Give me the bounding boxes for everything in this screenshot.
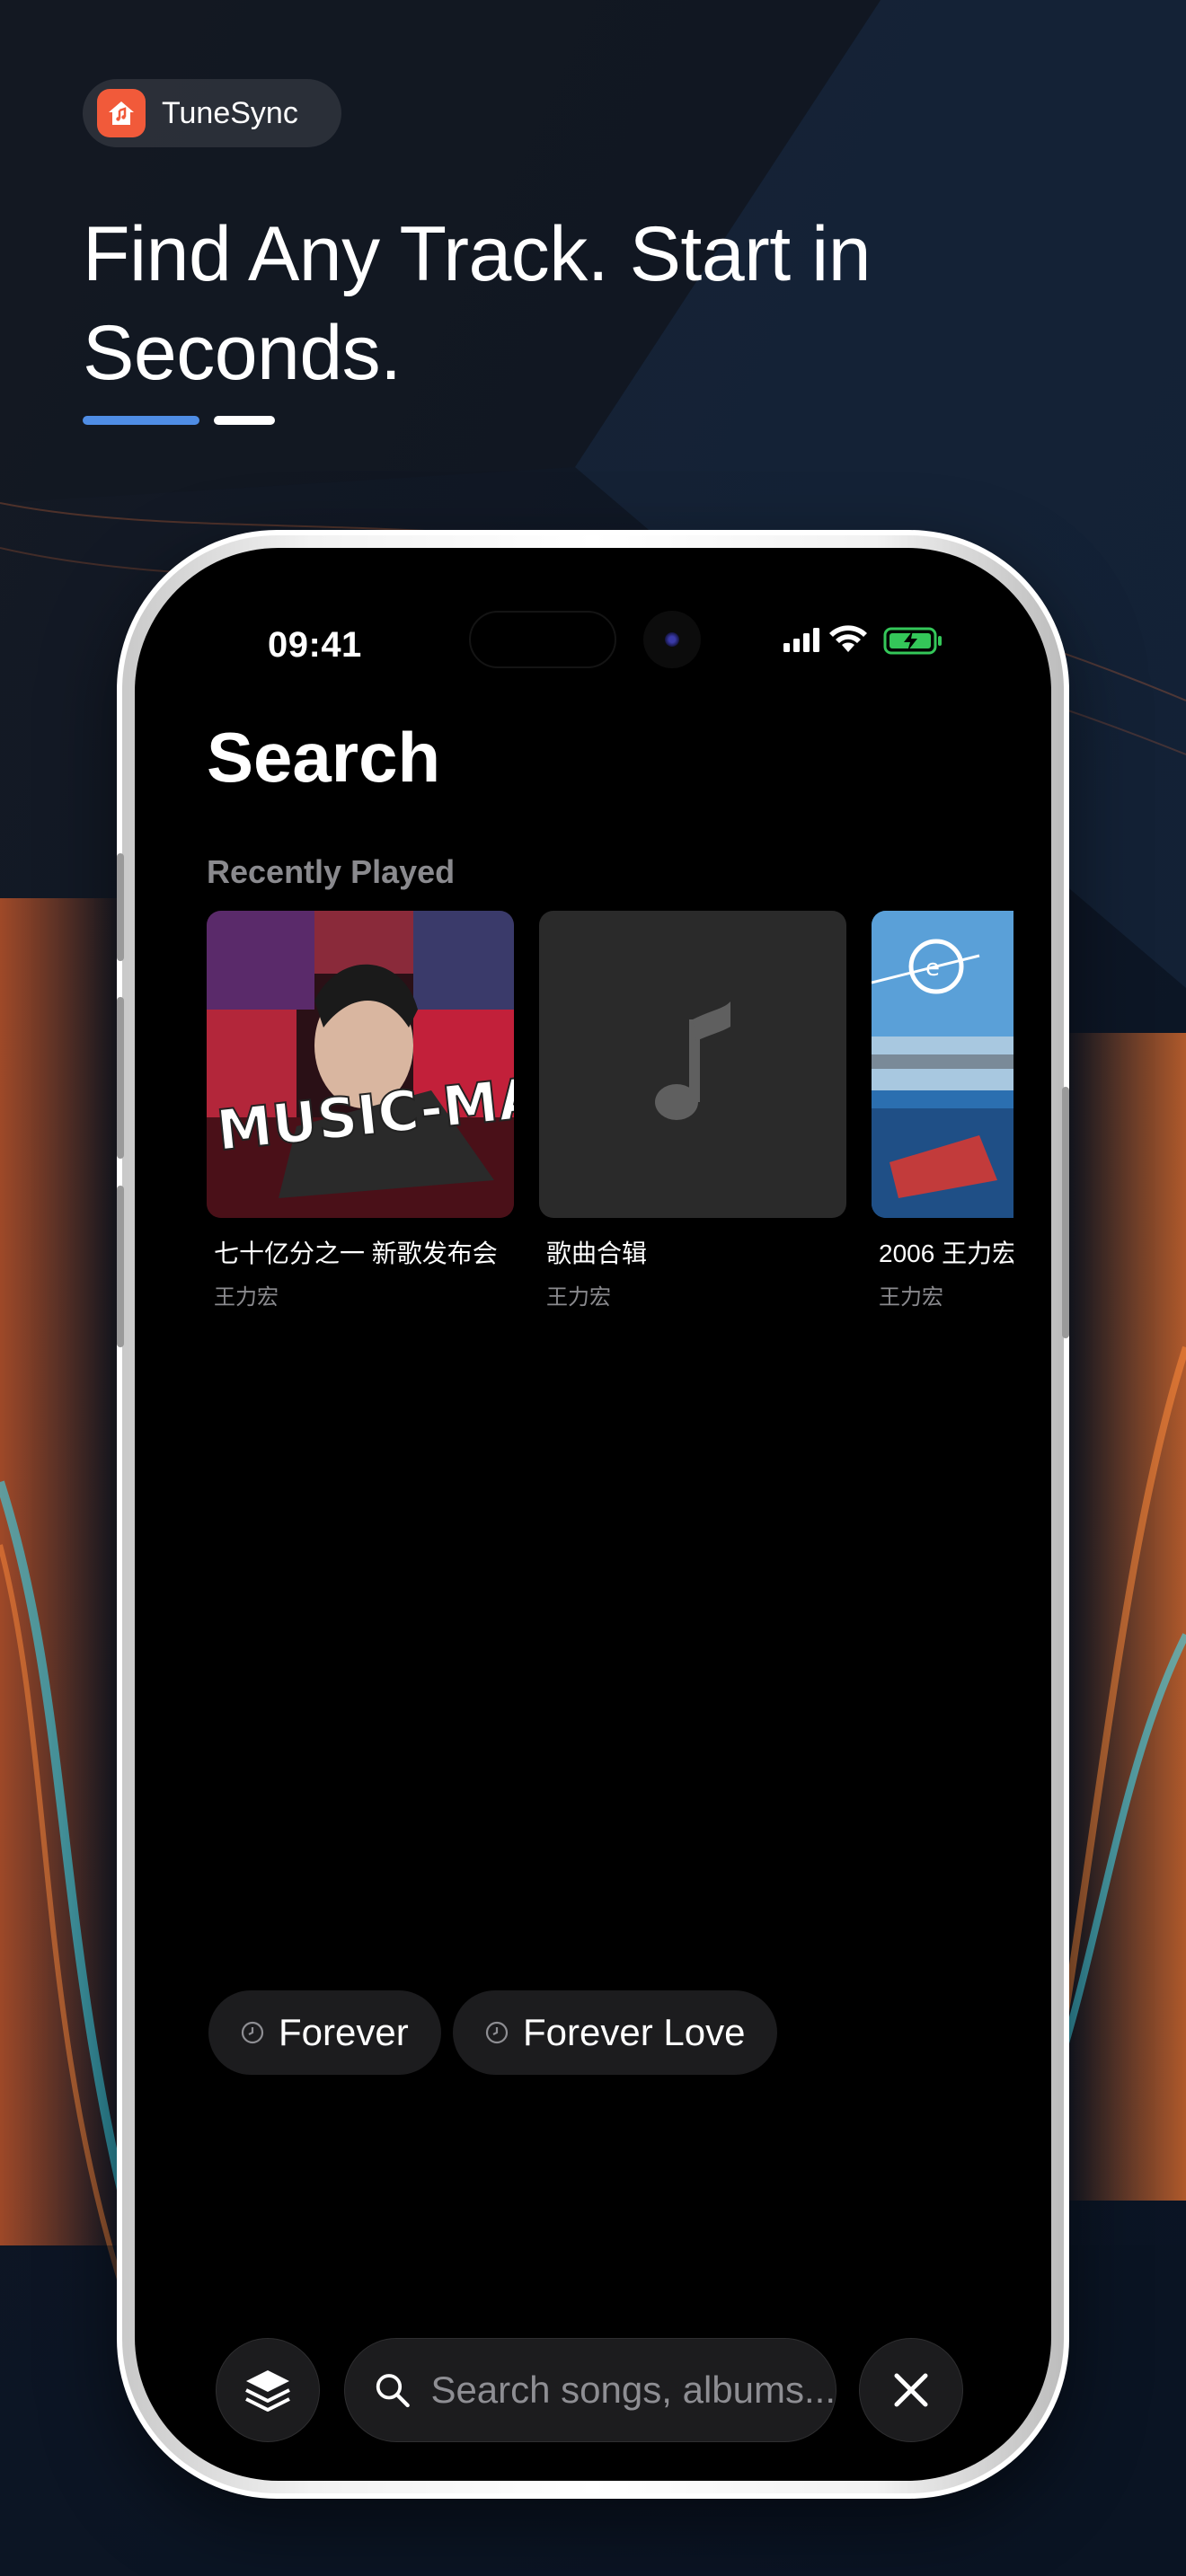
album-card[interactable]: 歌曲合辑 王力宏 [539, 911, 846, 1310]
dynamic-island [469, 611, 616, 668]
clock-icon [241, 2021, 264, 2044]
phone-frame: 09:41 Search Recently Played MUSIC-MAN 七… [117, 530, 1069, 2499]
music-note-placeholder [539, 911, 846, 1218]
cellular-signal-icon [783, 628, 819, 652]
phone-side-button [117, 853, 124, 961]
chip-label: Forever Love [523, 2011, 746, 2053]
album-title: 七十亿分之一 新歌发布会 [214, 1239, 498, 1267]
status-icons [782, 623, 961, 664]
recently-played-label: Recently Played [207, 853, 456, 890]
battery-charging-icon [883, 627, 942, 655]
album-cover-art: e [872, 911, 1013, 1218]
status-time: 09:41 [268, 625, 362, 665]
album-artist: 王力宏 [546, 1285, 611, 1310]
layers-button[interactable] [216, 2338, 320, 2442]
clock-icon [485, 2021, 509, 2044]
recent-search-chip[interactable]: Forever Love [453, 1990, 778, 2075]
close-button[interactable] [859, 2338, 963, 2442]
layers-icon [245, 2370, 290, 2412]
wifi-icon [829, 625, 867, 652]
screen-title: Search [207, 718, 441, 797]
app-name: TuneSync [162, 95, 298, 130]
phone-screen: 09:41 Search Recently Played MUSIC-MAN 七… [135, 548, 1051, 2481]
album-artist: 王力宏 [879, 1285, 943, 1310]
recently-played-carousel[interactable]: MUSIC-MAN 七十亿分之一 新歌发布会 王力宏 歌曲合辑 王力宏 2006… [207, 911, 1013, 1324]
page-indicator-active[interactable] [83, 416, 199, 425]
app-badge: TuneSync [83, 79, 341, 147]
recent-search-chip[interactable]: Forever [208, 1990, 441, 2075]
app-logo-icon [97, 89, 146, 137]
search-placeholder: Search songs, albums... [430, 2369, 836, 2411]
album-card[interactable]: e 2006 王力宏 王力宏 [872, 911, 1013, 1310]
phone-power-button [1062, 1087, 1069, 1338]
album-cover-art: MUSIC-MAN [207, 911, 514, 1218]
phone-volume-down [117, 1186, 124, 1347]
search-input[interactable]: Search songs, albums... [344, 2338, 836, 2442]
music-note-icon [655, 1001, 730, 1120]
chip-label: Forever [279, 2011, 409, 2053]
album-card[interactable]: MUSIC-MAN 七十亿分之一 新歌发布会 王力宏 [207, 911, 514, 1310]
phone-volume-up [117, 997, 124, 1159]
close-icon [894, 2373, 928, 2407]
page-indicator[interactable] [214, 416, 275, 425]
album-artist: 王力宏 [214, 1285, 279, 1310]
album-title: 2006 王力宏 [879, 1239, 1013, 1267]
front-camera [643, 611, 701, 668]
album-title: 歌曲合辑 [546, 1239, 648, 1267]
page-headline: Find Any Track. Start in Seconds. [83, 211, 872, 396]
search-icon [376, 2374, 410, 2408]
